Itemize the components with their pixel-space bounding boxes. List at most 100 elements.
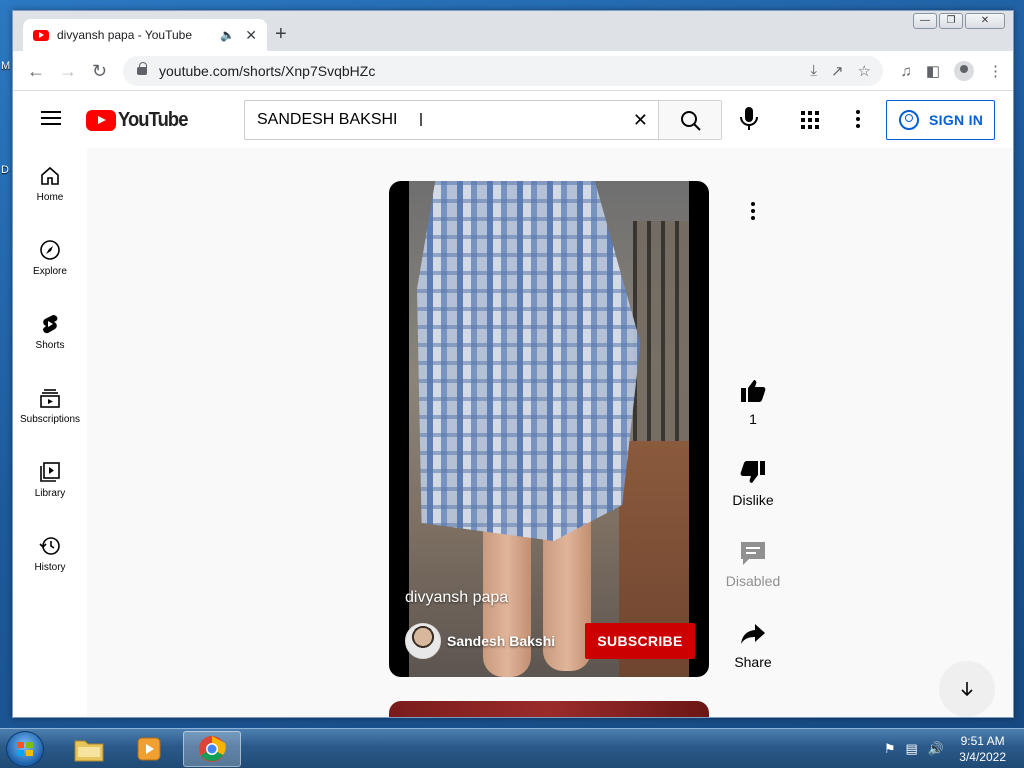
guide-item-history[interactable]: History: [13, 518, 87, 592]
text-cursor-icon: I: [418, 109, 424, 130]
taskbar-chrome[interactable]: [183, 731, 241, 767]
taskbar-clock[interactable]: 9:51 AM 3/4/2022: [959, 733, 1006, 765]
chrome-icon: [199, 736, 226, 762]
guide-item-subscriptions[interactable]: Subscriptions: [13, 370, 87, 444]
toolbar-right: ♫ ◧ ⋮: [901, 61, 1003, 81]
guide-label: History: [34, 562, 66, 573]
tab-strip: divyansh papa - YouTube 🔈 ✕ + — ❐ ✕: [13, 11, 1013, 51]
omnibox-actions: ⤓ ↗ ☆: [810, 62, 871, 80]
menu-icon[interactable]: [41, 111, 61, 125]
desktop-icon-label[interactable]: M: [1, 60, 10, 72]
install-icon[interactable]: ⤓: [810, 62, 817, 80]
start-button[interactable]: [6, 731, 44, 767]
chrome-window: divyansh papa - YouTube 🔈 ✕ + — ❐ ✕ ← → …: [12, 10, 1014, 718]
next-short-preview[interactable]: [389, 701, 709, 717]
taskbar: ⚑ ▤ 🔊 9:51 AM 3/4/2022: [0, 728, 1024, 768]
youtube-play-icon: [86, 110, 116, 131]
like-button[interactable]: 1: [713, 377, 793, 427]
arrow-down-icon: [961, 682, 973, 697]
minimize-button[interactable]: —: [913, 13, 937, 29]
sign-in-button[interactable]: SIGN IN: [886, 100, 995, 140]
channel-name[interactable]: Sandesh Bakshi: [447, 633, 585, 649]
youtube-logo-text: YouTube: [118, 109, 188, 131]
video-cloth: [417, 181, 641, 541]
browser-toolbar: ← → ↻ youtube.com/shorts/Xnp7SvqbHZc ⤓ ↗…: [13, 51, 1013, 91]
account-icon: [899, 110, 919, 130]
tab-close-icon[interactable]: ✕: [245, 27, 257, 44]
guide-label: Home: [36, 192, 64, 203]
thumbs-down-icon: [740, 461, 765, 483]
taskbar-explorer[interactable]: [60, 731, 118, 767]
close-window-button[interactable]: ✕: [965, 13, 1005, 29]
subscriptions-icon: [40, 389, 60, 408]
guide-item-shorts[interactable]: Shorts: [13, 296, 87, 370]
share-icon[interactable]: ↗: [831, 62, 844, 80]
guide-item-library[interactable]: Library: [13, 444, 87, 518]
windows-logo-icon: [17, 742, 33, 756]
history-icon: [39, 537, 60, 555]
youtube-logo[interactable]: YouTube: [86, 109, 194, 132]
compass-icon: [40, 240, 60, 260]
youtube-page: YouTube SANDESH BAKSHI I ✕ SIGN IN Home …: [13, 92, 1013, 717]
short-more-options-icon[interactable]: [751, 202, 755, 223]
microphone-icon: [740, 107, 758, 130]
comments-button[interactable]: Disabled: [713, 539, 793, 589]
shorts-player[interactable]: divyansh papa Sandesh Bakshi SUBSCRIBE: [389, 181, 709, 677]
next-short-button[interactable]: [939, 661, 995, 717]
youtube-header: YouTube SANDESH BAKSHI I ✕ SIGN IN: [13, 92, 1013, 148]
system-tray: ⚑ ▤ 🔊: [884, 741, 944, 757]
lock-icon[interactable]: [137, 62, 147, 75]
tab-title: divyansh papa - YouTube: [57, 28, 192, 42]
dislike-label: Dislike: [732, 492, 774, 508]
forward-button[interactable]: →: [59, 61, 77, 81]
shorts-icon: [43, 315, 58, 334]
speaker-icon[interactable]: 🔈: [220, 28, 235, 42]
desktop-icon-label[interactable]: D: [1, 164, 9, 176]
media-player-icon: [137, 737, 161, 761]
comment-icon: [741, 542, 765, 565]
action-center-flag-icon[interactable]: ⚑: [884, 741, 896, 757]
settings-more-icon[interactable]: [856, 110, 860, 131]
guide-label: Shorts: [35, 340, 65, 351]
side-panel-icon[interactable]: ◧: [926, 62, 940, 80]
share-button[interactable]: Share: [713, 620, 793, 670]
apps-grid-icon[interactable]: [801, 111, 819, 129]
clear-search-icon[interactable]: ✕: [633, 110, 648, 131]
guide-item-explore[interactable]: Explore: [13, 222, 87, 296]
channel-row: Sandesh Bakshi SUBSCRIBE: [405, 623, 695, 659]
home-icon: [41, 166, 59, 185]
share-label: Share: [734, 654, 772, 670]
browser-menu-icon[interactable]: ⋮: [988, 62, 1003, 80]
search-input[interactable]: SANDESH BAKSHI I ✕: [244, 100, 659, 140]
search-query: SANDESH BAKSHI: [257, 111, 398, 128]
back-button[interactable]: ←: [27, 61, 45, 81]
library-icon: [40, 462, 60, 482]
maximize-button[interactable]: ❐: [939, 13, 963, 29]
browser-tab[interactable]: divyansh papa - YouTube 🔈 ✕: [23, 19, 267, 51]
reload-button[interactable]: ↻: [92, 61, 107, 81]
guide-label: Subscriptions: [19, 414, 81, 425]
guide-label: Explore: [33, 266, 67, 277]
voice-search-button[interactable]: [738, 106, 760, 137]
taskbar-media-player[interactable]: [120, 731, 178, 767]
bookmark-star-icon[interactable]: ☆: [858, 62, 871, 80]
comments-label: Disabled: [725, 573, 781, 589]
channel-avatar[interactable]: [405, 623, 441, 659]
network-icon[interactable]: ▤: [906, 741, 918, 757]
media-control-icon[interactable]: ♫: [901, 63, 912, 80]
guide-label: Library: [34, 488, 66, 499]
youtube-favicon-icon: [33, 29, 49, 41]
address-bar[interactable]: youtube.com/shorts/Xnp7SvqbHZc ⤓ ↗ ☆: [123, 56, 883, 86]
volume-icon[interactable]: 🔊: [928, 741, 944, 757]
subscribe-button[interactable]: SUBSCRIBE: [585, 623, 695, 659]
url-text[interactable]: youtube.com/shorts/Xnp7SvqbHZc: [159, 63, 375, 79]
profile-icon[interactable]: [954, 61, 974, 81]
short-title[interactable]: divyansh papa: [405, 589, 508, 607]
dislike-button[interactable]: Dislike: [713, 458, 793, 508]
search-button[interactable]: [658, 100, 722, 140]
folder-icon: [74, 740, 104, 762]
guide-item-home[interactable]: Home: [13, 148, 87, 222]
new-tab-button[interactable]: +: [275, 24, 287, 44]
clock-date: 3/4/2022: [959, 750, 1006, 764]
like-count: 1: [749, 411, 757, 427]
